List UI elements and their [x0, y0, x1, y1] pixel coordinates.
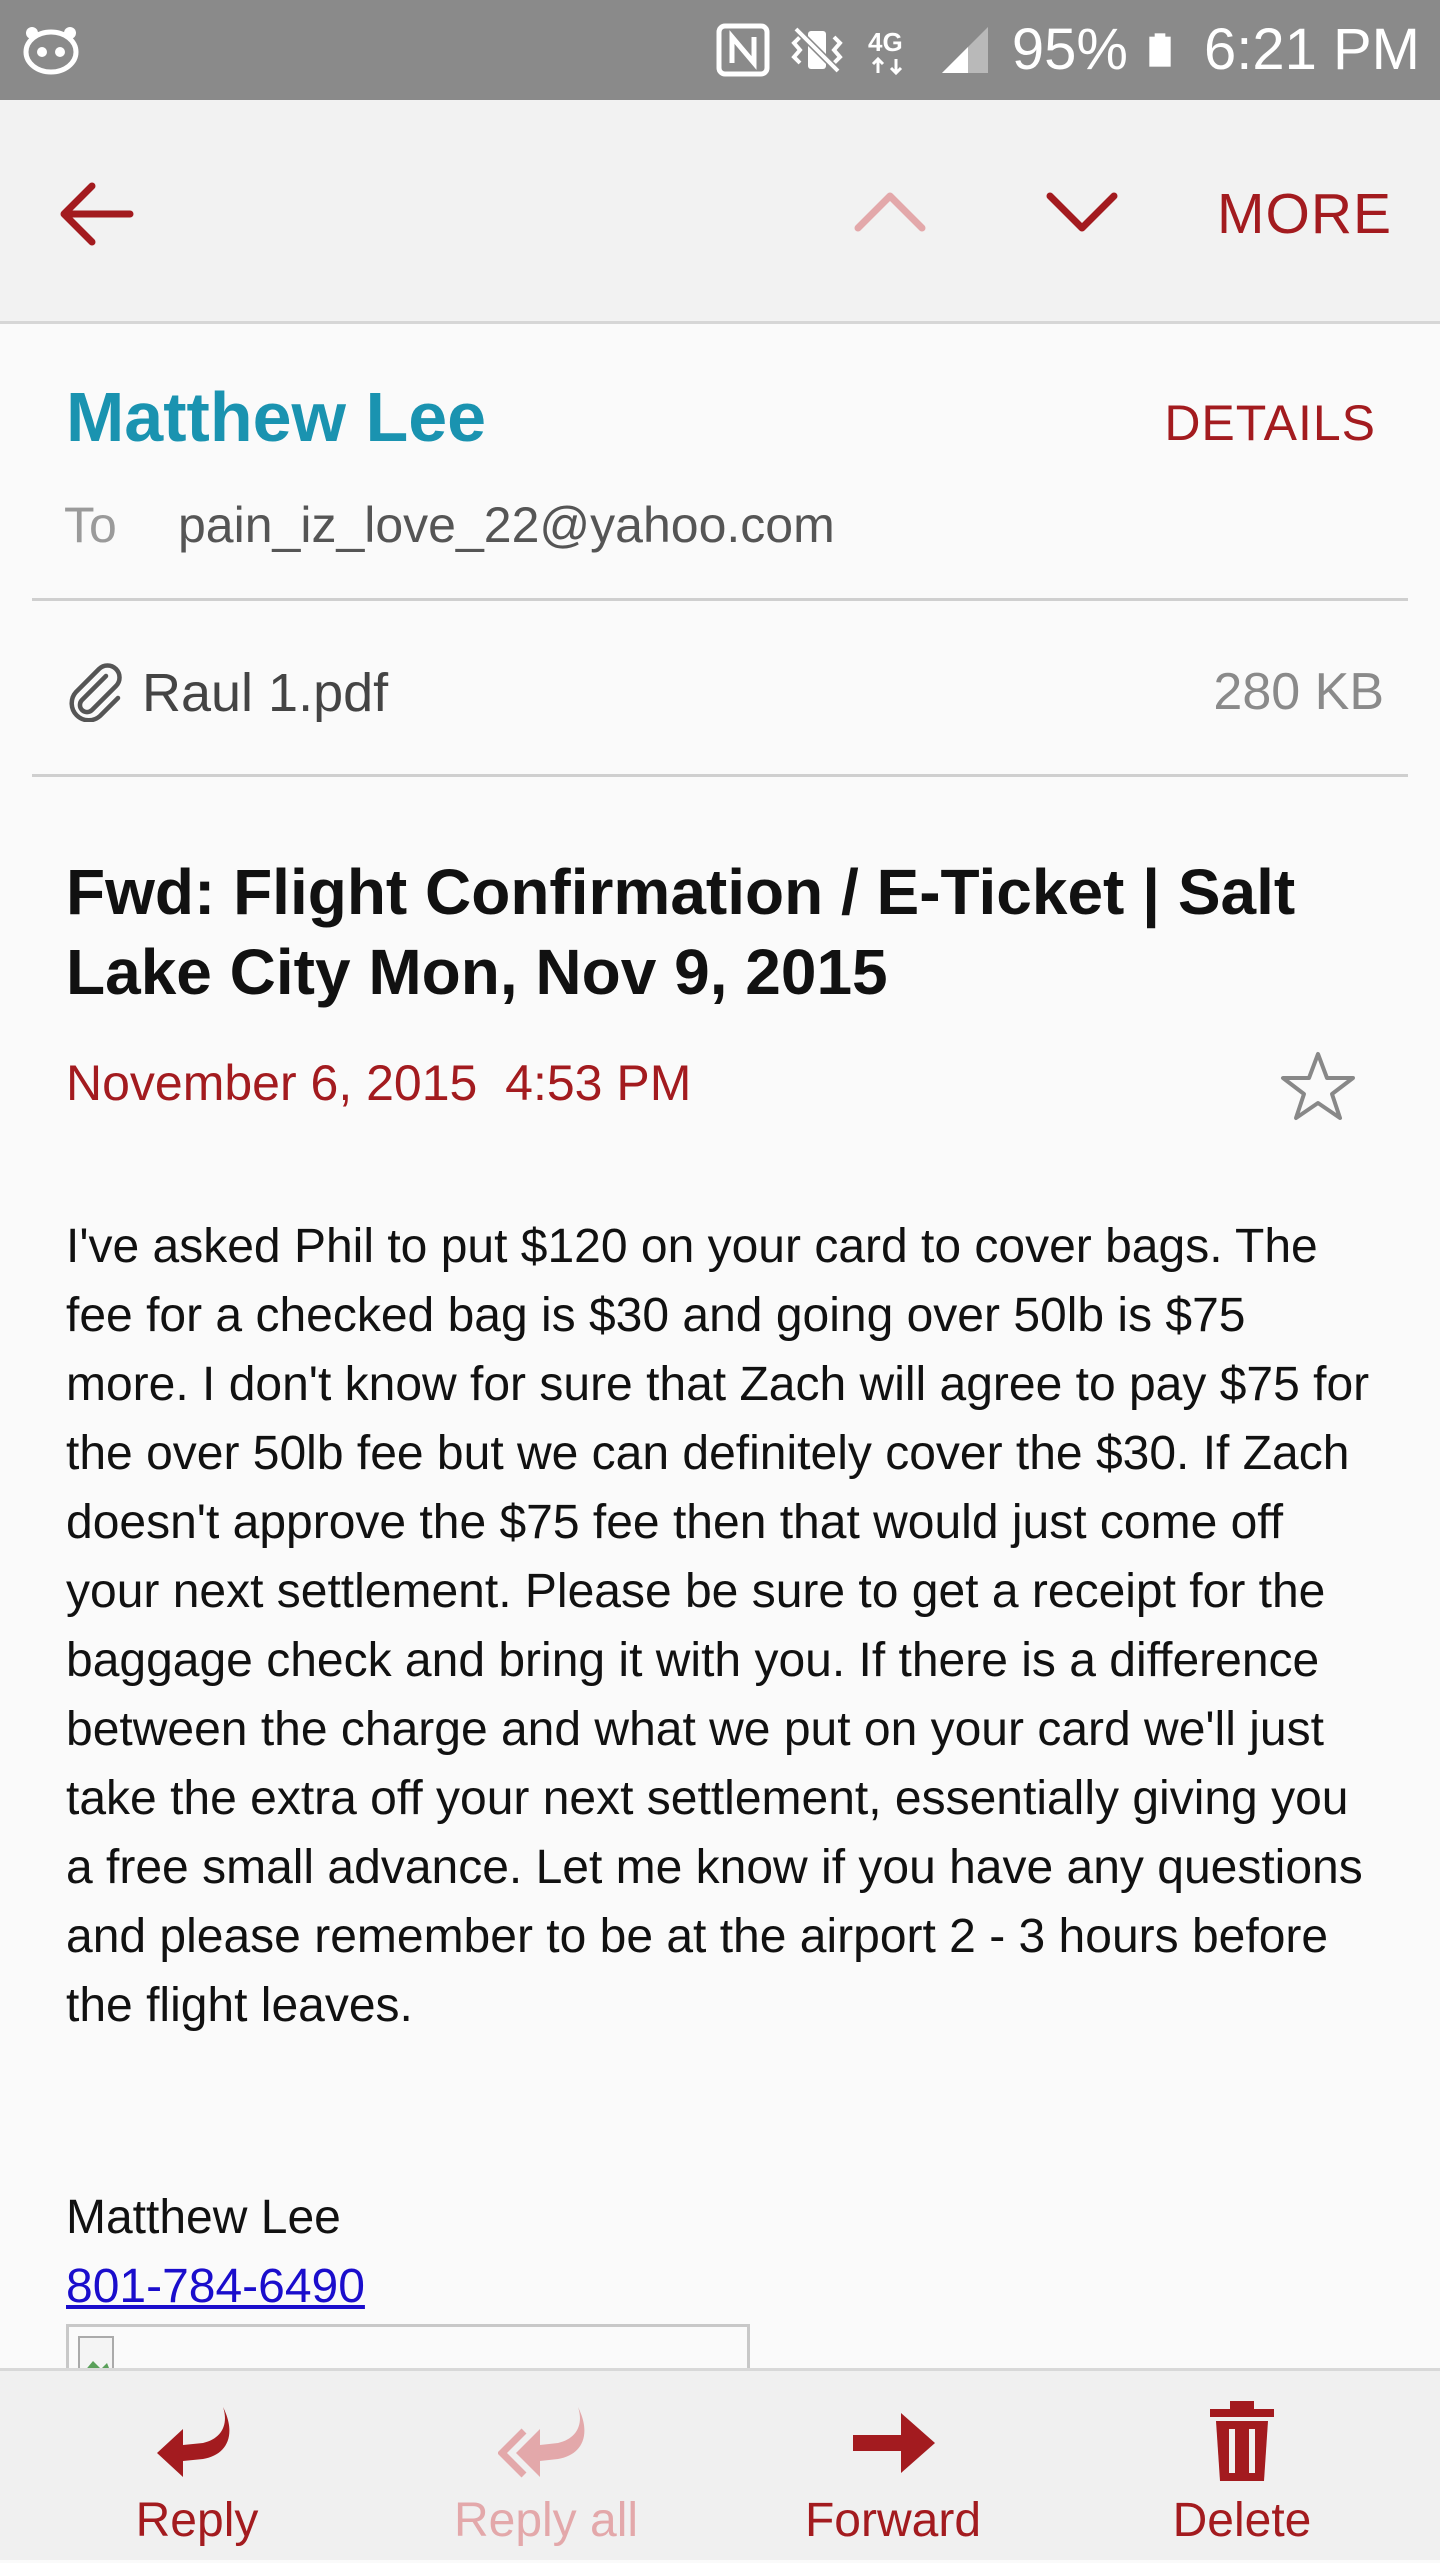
vibrate-mute-icon	[791, 26, 843, 74]
signature-name: Matthew Lee	[66, 2191, 341, 2244]
to-label: To	[64, 497, 117, 553]
nfc-icon	[716, 23, 770, 77]
reply-icon	[157, 2407, 230, 2477]
reply-button[interactable]: Reply	[47, 2371, 347, 2563]
reply-all-icon	[498, 2407, 585, 2478]
attachment-size: 280 KB	[1213, 663, 1384, 721]
status-bar: 4G 95% 6:21 PM	[0, 0, 1440, 100]
signal-icon	[941, 27, 988, 73]
email-toolbar: MORE	[0, 100, 1440, 324]
reply-all-button[interactable]: Reply all	[396, 2371, 696, 2563]
star-icon[interactable]	[1278, 1048, 1358, 1124]
delete-label: Delete	[1172, 2494, 1312, 2547]
4g-icon: 4G	[868, 27, 903, 76]
recipient-address[interactable]: pain_iz_love_22@yahoo.com	[178, 500, 835, 550]
divider	[32, 774, 1408, 777]
delete-button[interactable]: Delete	[1092, 2371, 1392, 2563]
clock: 6:21 PM	[1204, 17, 1420, 82]
attachment-name[interactable]: Raul 1.pdf	[142, 666, 388, 720]
svg-text:4G: 4G	[868, 27, 903, 57]
trash-icon	[1210, 2401, 1274, 2481]
email-body: I've asked Phil to put $120 on your card…	[66, 1220, 1370, 2032]
bottom-action-bar: Reply Reply all Forward Delete	[0, 2368, 1440, 2560]
chevron-down-icon[interactable]	[1042, 182, 1122, 242]
paperclip-icon	[69, 663, 122, 722]
forward-icon	[853, 2413, 935, 2473]
forward-button[interactable]: Forward	[743, 2371, 1043, 2563]
back-arrow-icon[interactable]	[54, 172, 138, 256]
signature-phone-link[interactable]: 801-784-6490	[66, 2252, 365, 2321]
more-button[interactable]: MORE	[1217, 174, 1392, 254]
battery-icon	[1149, 33, 1171, 67]
details-button[interactable]: DETAILS	[1164, 398, 1376, 448]
sender-name[interactable]: Matthew Lee	[66, 382, 486, 452]
email-subject: Fwd: Flight Confirmation / E-Ticket | Sa…	[66, 856, 1296, 1008]
chevron-up-icon[interactable]	[850, 182, 930, 242]
app-notification-icon	[23, 27, 79, 75]
forward-label: Forward	[804, 2494, 982, 2547]
reply-label: Reply	[135, 2494, 259, 2547]
battery-percentage: 95%	[1011, 17, 1128, 82]
reply-all-label: Reply all	[453, 2494, 639, 2547]
email-date: November 6, 2015 4:53 PM	[66, 1055, 692, 1111]
divider	[32, 598, 1408, 601]
attachment-row[interactable]: Raul 1.pdf 280 KB	[32, 604, 1408, 774]
